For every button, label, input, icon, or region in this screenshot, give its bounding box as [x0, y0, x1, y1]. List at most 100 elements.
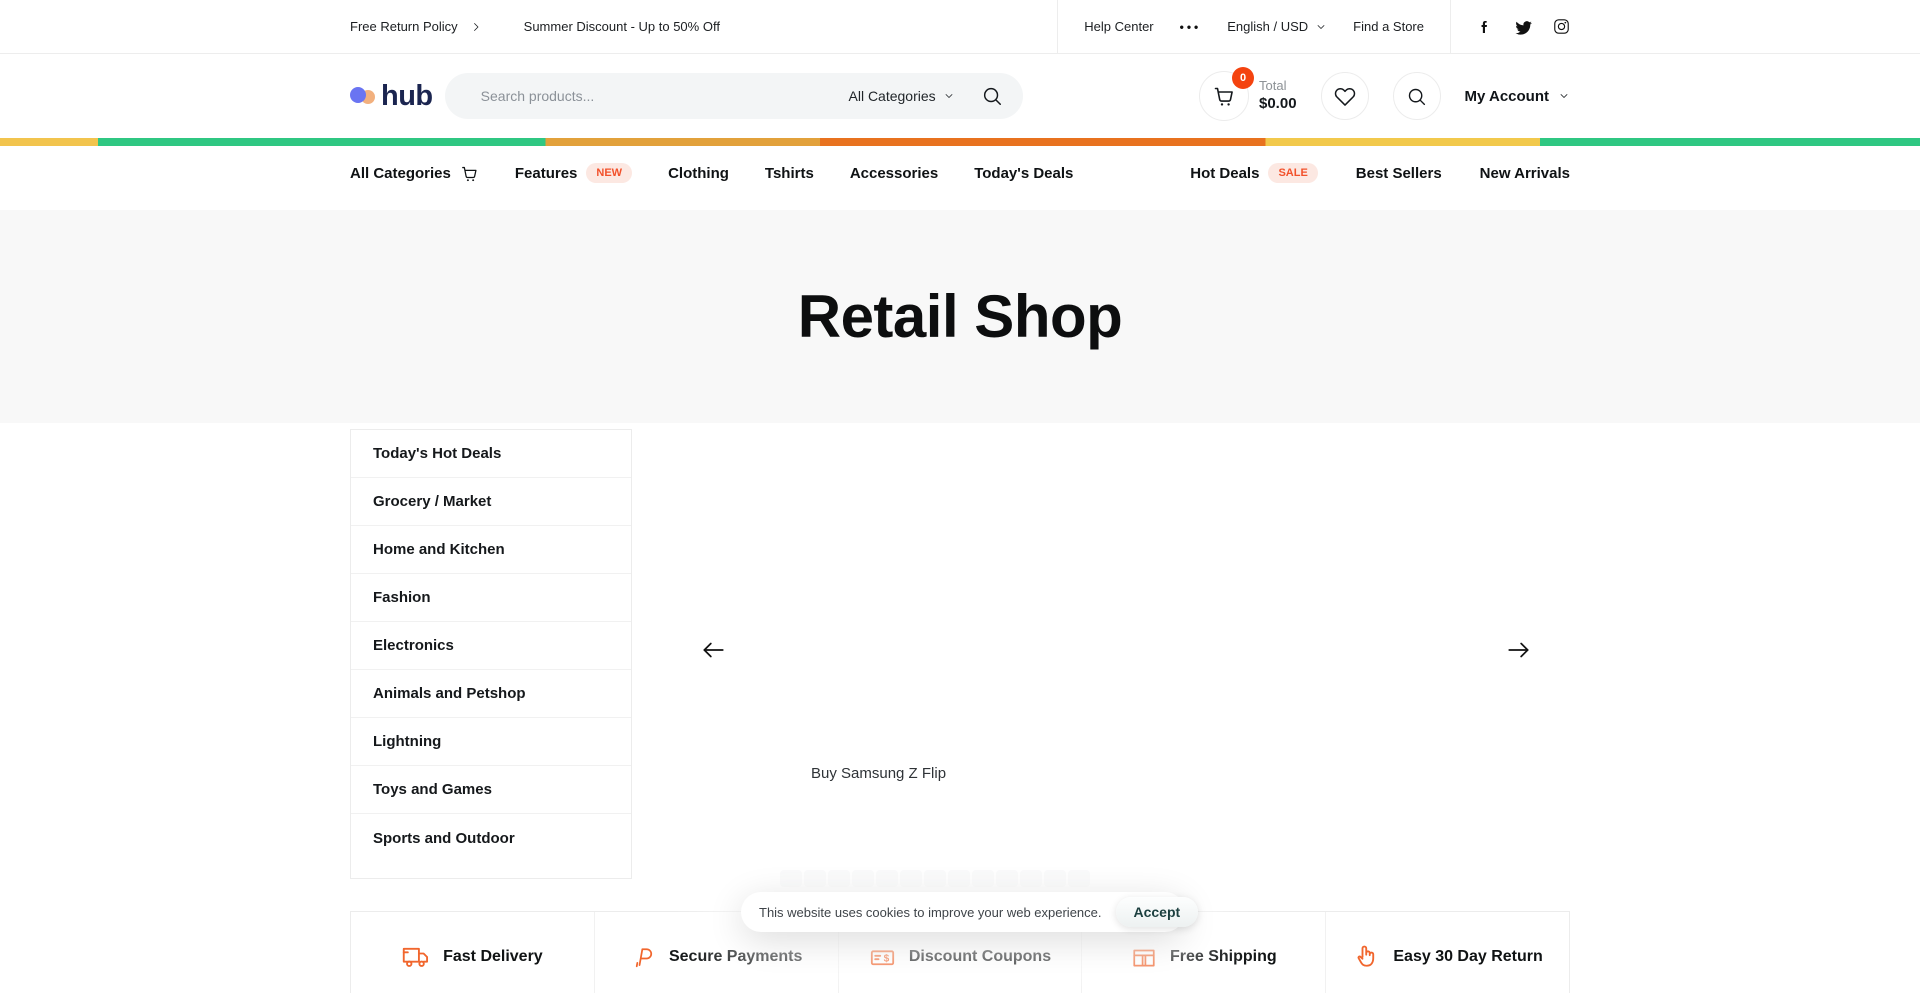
main-content: Today's Hot Deals Grocery / Market Home … — [0, 423, 1920, 911]
arrow-right-icon — [1506, 637, 1532, 663]
sidebar-item-fashion[interactable]: Fashion — [351, 574, 631, 622]
chevron-down-icon — [943, 90, 955, 102]
hand-pointer-icon — [1352, 943, 1380, 971]
cart-total-value: $0.00 — [1259, 94, 1297, 114]
twitter-icon[interactable] — [1514, 18, 1532, 36]
cookie-banner: This website uses cookies to improve you… — [741, 892, 1185, 932]
cart-icon — [1212, 84, 1236, 108]
sidebar-item-toys-and-games[interactable]: Toys and Games — [351, 766, 631, 814]
carousel-dot — [876, 870, 898, 887]
truck-icon — [402, 943, 430, 971]
header-actions: 0 Total $0.00 — [1199, 71, 1570, 121]
nav-features-label: Features — [515, 165, 578, 182]
carousel-dot — [1020, 870, 1042, 887]
carousel-dot — [1068, 870, 1090, 887]
carousel-dot — [852, 870, 874, 887]
nav-tshirts[interactable]: Tshirts — [765, 165, 814, 182]
nav-right: Hot Deals SALE Best Sellers New Arrivals — [1190, 163, 1570, 183]
my-account-menu[interactable]: My Account — [1465, 88, 1570, 105]
nav-left: All Categories Features NEW Clothing Tsh… — [350, 163, 1073, 183]
carousel-dot — [924, 870, 946, 887]
logo-icon — [350, 86, 381, 106]
divider — [1450, 0, 1451, 53]
header: hub All Categories — [0, 54, 1920, 138]
carousel-dot — [828, 870, 850, 887]
nav-all-categories-label: All Categories — [350, 165, 451, 182]
divider — [1057, 0, 1058, 53]
logo-text: hub — [381, 80, 433, 113]
search-submit-button[interactable] — [981, 85, 1003, 107]
feature-label: Fast Delivery — [443, 948, 543, 966]
find-a-store-link[interactable]: Find a Store — [1353, 19, 1424, 34]
carousel-slide-caption[interactable]: Buy Samsung Z Flip — [811, 765, 946, 782]
search-category-select[interactable]: All Categories — [849, 88, 955, 104]
carousel-dot — [900, 870, 922, 887]
cart-count-badge: 0 — [1232, 67, 1254, 89]
svg-text:$: $ — [884, 953, 890, 964]
chevron-down-icon — [1558, 90, 1570, 102]
language-currency-label: English / USD — [1227, 19, 1308, 34]
search-bar: All Categories — [445, 73, 1023, 119]
carousel-dot — [804, 870, 826, 887]
hero-banner: Retail Shop — [0, 210, 1920, 423]
category-sidebar: Today's Hot Deals Grocery / Market Home … — [350, 429, 632, 879]
nav-accessories[interactable]: Accessories — [850, 165, 938, 182]
carousel-prev-button[interactable] — [700, 637, 726, 663]
sidebar-item-sports-and-outdoor[interactable]: Sports and Outdoor — [351, 814, 631, 862]
carousel-thumbnails-placeholder — [780, 870, 1090, 887]
header-search-button[interactable] — [1393, 72, 1441, 120]
heart-icon — [1334, 85, 1356, 107]
sidebar-item-todays-hot-deals[interactable]: Today's Hot Deals — [351, 430, 631, 478]
sale-badge: SALE — [1268, 163, 1317, 183]
cart-icon-circle[interactable]: 0 — [1199, 71, 1249, 121]
nav-new-arrivals[interactable]: New Arrivals — [1480, 165, 1570, 182]
carousel-dot — [972, 870, 994, 887]
accept-cookies-button[interactable]: Accept — [1116, 897, 1199, 927]
nav-all-categories[interactable]: All Categories — [350, 164, 479, 183]
feature-fast-delivery: Fast Delivery — [351, 912, 595, 993]
social-icons — [1477, 18, 1570, 36]
hero-carousel: Buy Samsung Z Flip — [660, 423, 1570, 911]
free-return-policy-link[interactable]: Free Return Policy — [350, 19, 458, 34]
summer-discount-link[interactable]: Summer Discount - Up to 50% Off — [524, 19, 720, 34]
more-options-icon[interactable]: ••• — [1180, 20, 1202, 34]
search-input[interactable] — [481, 88, 849, 104]
wishlist-button[interactable] — [1321, 72, 1369, 120]
nav-features[interactable]: Features NEW — [515, 163, 632, 183]
instagram-icon[interactable] — [1553, 18, 1570, 35]
search-icon — [981, 85, 1003, 107]
carousel-dot — [996, 870, 1018, 887]
feature-label: Free Shipping — [1170, 948, 1277, 966]
sidebar-item-lightning[interactable]: Lightning — [351, 718, 631, 766]
search-category-label: All Categories — [849, 88, 936, 104]
sidebar-item-home-and-kitchen[interactable]: Home and Kitchen — [351, 526, 631, 574]
my-account-label: My Account — [1465, 88, 1549, 105]
cart-total: Total $0.00 — [1259, 78, 1297, 113]
feature-label: Secure Payments — [669, 948, 802, 966]
feature-label: Easy 30 Day Return — [1393, 948, 1542, 966]
page-title: Retail Shop — [798, 282, 1123, 351]
help-center-link[interactable]: Help Center — [1084, 19, 1153, 34]
brand-color-stripe — [0, 138, 1920, 146]
facebook-icon[interactable] — [1477, 19, 1493, 35]
search-icon — [1406, 86, 1427, 107]
giftbox-icon — [1131, 944, 1157, 970]
nav-todays-deals[interactable]: Today's Deals — [974, 165, 1073, 182]
feature-easy-return: Easy 30 Day Return — [1326, 912, 1569, 993]
carousel-next-button[interactable] — [1506, 637, 1532, 663]
arrow-left-icon — [700, 637, 726, 663]
nav-hot-deals[interactable]: Hot Deals SALE — [1190, 163, 1318, 183]
logo[interactable]: hub — [350, 80, 433, 113]
nav-best-sellers[interactable]: Best Sellers — [1356, 165, 1442, 182]
sidebar-item-animals-and-petshop[interactable]: Animals and Petshop — [351, 670, 631, 718]
topbar-left: Free Return Policy Summer Discount - Up … — [350, 19, 720, 34]
new-badge: NEW — [586, 163, 632, 183]
coupon-icon: $ — [869, 944, 896, 971]
sidebar-item-electronics[interactable]: Electronics — [351, 622, 631, 670]
cart-button[interactable]: 0 Total $0.00 — [1199, 71, 1297, 121]
topbar: Free Return Policy Summer Discount - Up … — [0, 0, 1920, 54]
language-currency-select[interactable]: English / USD — [1227, 19, 1327, 34]
sidebar-item-grocery-market[interactable]: Grocery / Market — [351, 478, 631, 526]
nav-clothing[interactable]: Clothing — [668, 165, 729, 182]
carousel-dot — [948, 870, 970, 887]
